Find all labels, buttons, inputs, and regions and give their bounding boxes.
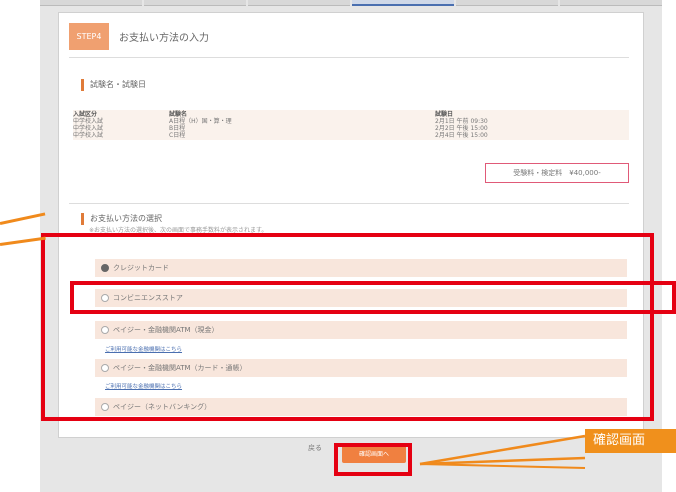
table-cell: 中学校入試 [73, 118, 104, 125]
progress-tab-active [352, 0, 454, 6]
back-button[interactable]: 戻る [308, 443, 322, 453]
column-header: 試験名 [169, 111, 188, 118]
table-row: 中学校入試 C日程 2月4日 午後 15:00 [73, 132, 629, 139]
progress-tab [144, 0, 246, 6]
convenience-store-highlight [70, 281, 676, 314]
divider [69, 57, 629, 58]
pointer-line [0, 212, 46, 225]
table-header: 入試区分 試験名 試験日 [73, 111, 629, 118]
exam-section-heading: 試験名・試験日 [81, 79, 146, 91]
step-badge: STEP4 [69, 23, 109, 50]
table-row: 中学校入試 A日程（H）国・算・理 2月1日 午前 09:30 [73, 118, 629, 125]
pointer-line [419, 463, 586, 469]
divider [69, 203, 629, 204]
column-header: 入試区分 [73, 111, 98, 118]
table-cell: B日程 [169, 125, 186, 132]
fee-total: 受験料・検定料 ¥40,000- [485, 163, 629, 183]
table-cell: C日程 [169, 132, 186, 139]
exam-table: 入試区分 試験名 試験日 中学校入試 A日程（H）国・算・理 2月1日 午前 0… [73, 111, 629, 139]
confirm-screen-callout: 確認画面 [585, 429, 676, 453]
callout-pointer [419, 434, 586, 469]
progress-tab [456, 0, 558, 6]
payment-options-highlight [41, 233, 654, 421]
column-header: 試験日 [435, 111, 454, 118]
table-row: 中学校入試 B日程 2月2日 午後 15:00 [73, 125, 629, 132]
progress-tab [40, 0, 142, 6]
progress-tabs [40, 0, 662, 6]
payment-section-heading: お支払い方法の選択 [81, 213, 162, 225]
step-title: お支払い方法の入力 [119, 33, 209, 44]
pointer-line [0, 236, 46, 246]
step-header: STEP4 お支払い方法の入力 [69, 23, 209, 50]
table-cell: 2月2日 午後 15:00 [435, 125, 488, 132]
next-button-highlight [334, 443, 412, 476]
progress-tab [560, 0, 662, 6]
table-cell: 2月4日 午後 15:00 [435, 132, 488, 139]
table-cell: 2月1日 午前 09:30 [435, 118, 488, 125]
progress-tab [248, 0, 350, 6]
table-cell: 中学校入試 [73, 125, 104, 132]
table-cell: 中学校入試 [73, 132, 104, 139]
table-cell: A日程（H）国・算・理 [169, 118, 232, 125]
